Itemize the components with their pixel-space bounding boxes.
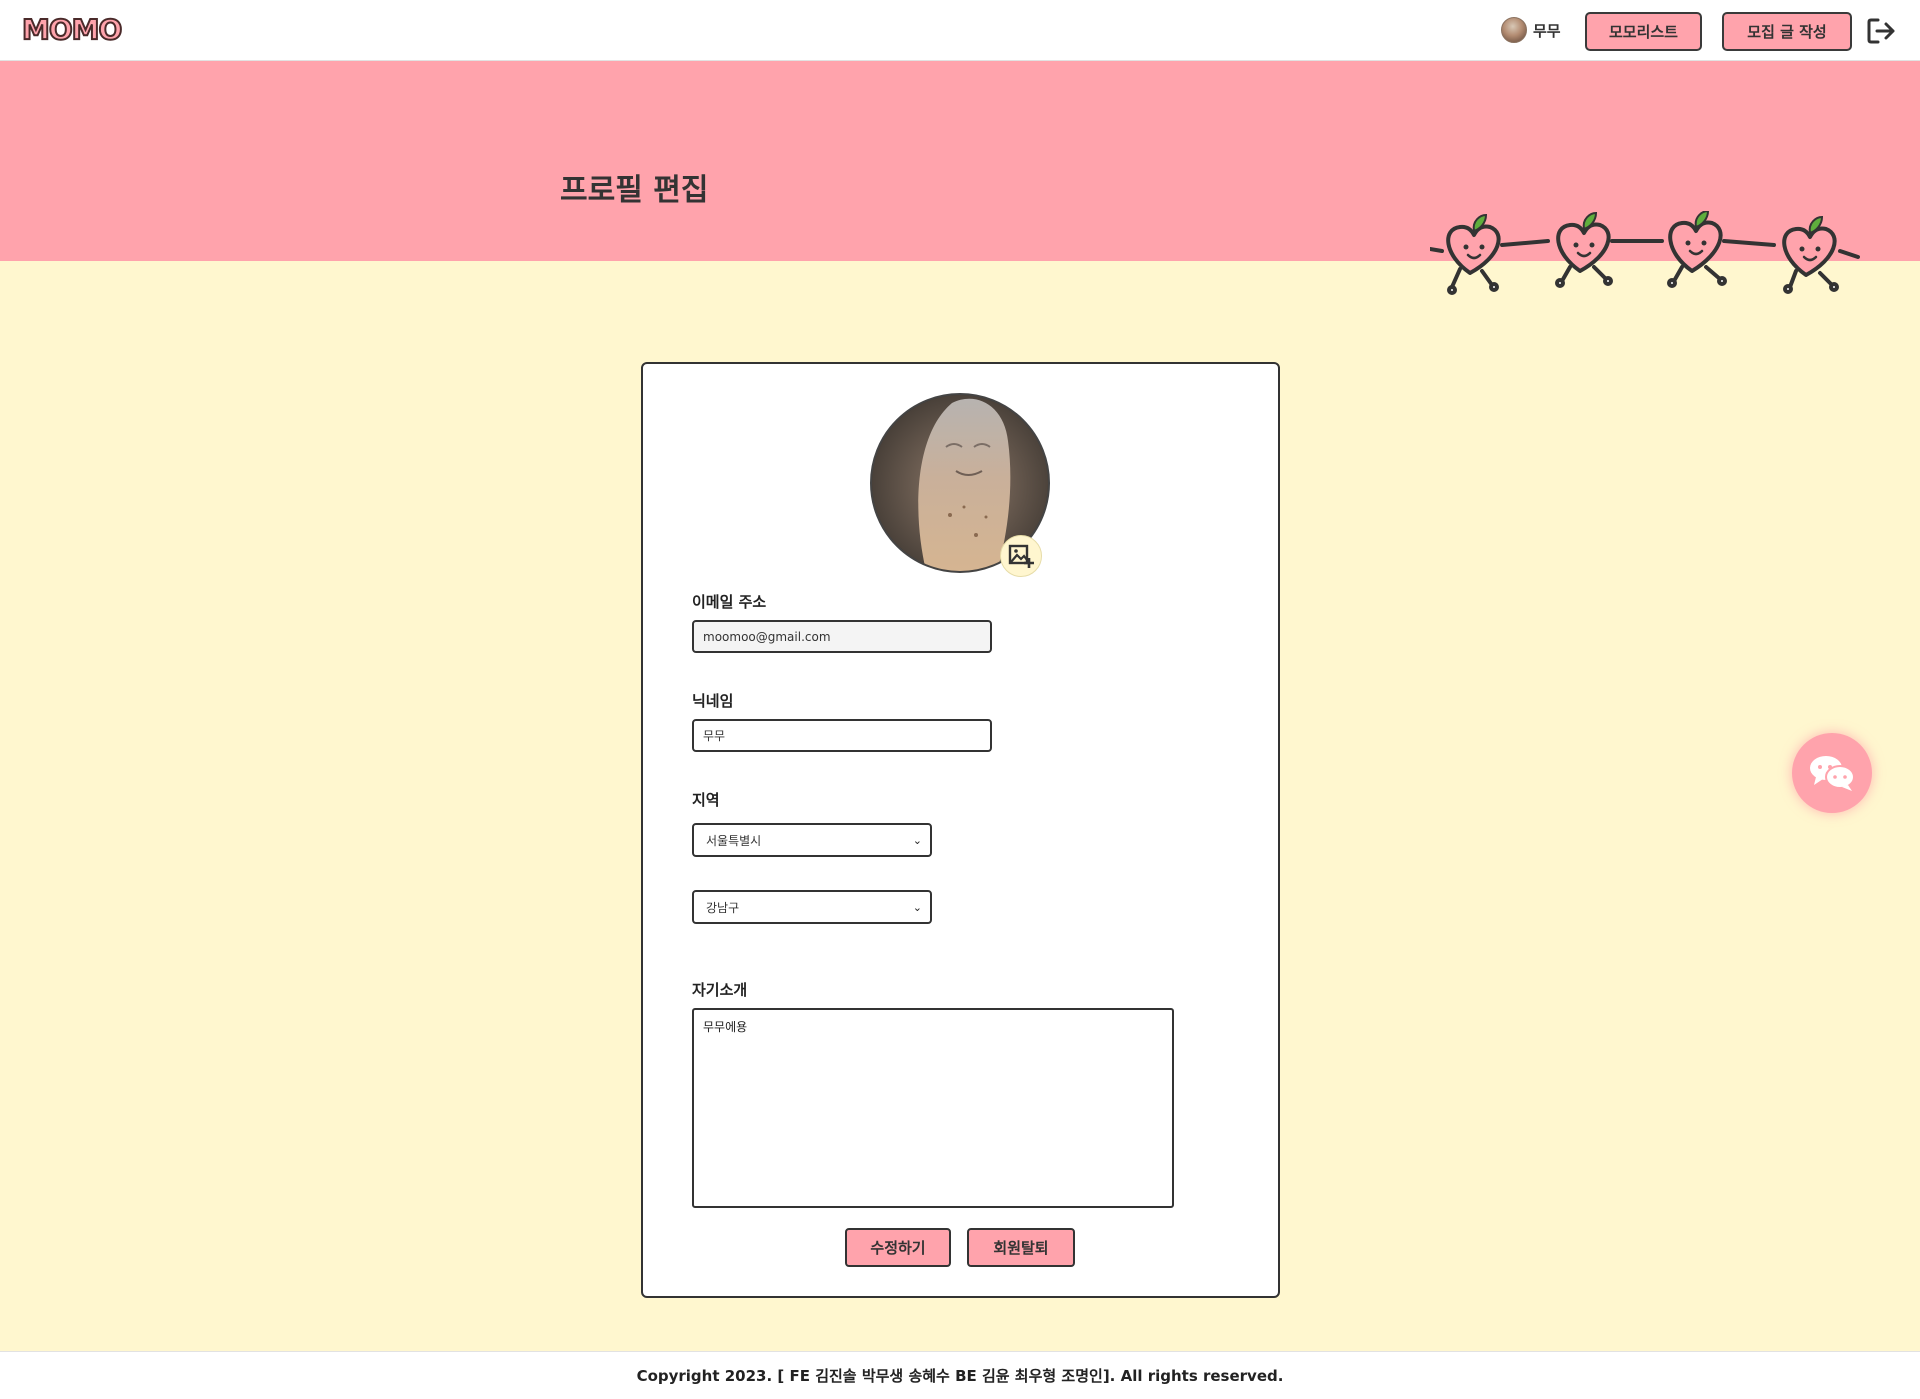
email-field[interactable] xyxy=(692,620,992,653)
user-chip[interactable]: 무무 xyxy=(1501,17,1561,43)
momo-logo[interactable]: MOMO xyxy=(21,12,123,47)
copyright-text: Copyright 2023. [ FE 김진솔 박무생 송혜수 BE 김윤 최… xyxy=(636,1367,1284,1385)
page-banner: 프로필 편집 xyxy=(0,61,1920,295)
district-select[interactable]: 강남구 ⌄ xyxy=(692,890,932,924)
page-title: 프로필 편집 xyxy=(560,173,709,208)
footer: Copyright 2023. [ FE 김진솔 박무생 송혜수 BE 김윤 최… xyxy=(0,1351,1920,1399)
write-post-button[interactable]: 모집 글 작성 xyxy=(1722,12,1852,51)
email-label: 이메일 주소 xyxy=(692,593,767,611)
intro-textarea[interactable]: 무무에용 xyxy=(692,1008,1174,1208)
top-nav-bar: MOMO 무무 모모리스트 모집 글 작성 xyxy=(0,0,1920,61)
chat-icon xyxy=(1810,756,1855,791)
user-avatar xyxy=(1501,17,1527,43)
change-image-button[interactable] xyxy=(1000,535,1042,577)
nickname-field[interactable] xyxy=(692,719,992,752)
chevron-down-icon: ⌄ xyxy=(912,900,922,914)
peach-mascots-illustration xyxy=(1430,211,1860,295)
city-select-value: 서울특별시 xyxy=(706,833,762,848)
withdraw-button[interactable]: 회원탈퇴 xyxy=(967,1228,1075,1267)
intro-label: 자기소개 xyxy=(692,981,748,999)
momo-list-button[interactable]: 모모리스트 xyxy=(1585,12,1702,51)
image-add-icon xyxy=(1008,544,1034,568)
district-select-value: 강남구 xyxy=(706,900,740,915)
logout-icon[interactable] xyxy=(1866,17,1896,45)
chat-button[interactable] xyxy=(1792,733,1872,813)
chevron-down-icon: ⌄ xyxy=(912,833,922,847)
nickname-label: 닉네임 xyxy=(692,692,734,710)
city-select[interactable]: 서울특별시 ⌄ xyxy=(692,823,932,857)
region-label: 지역 xyxy=(692,791,720,809)
edit-profile-button[interactable]: 수정하기 xyxy=(845,1228,951,1267)
user-name: 무무 xyxy=(1533,21,1561,40)
